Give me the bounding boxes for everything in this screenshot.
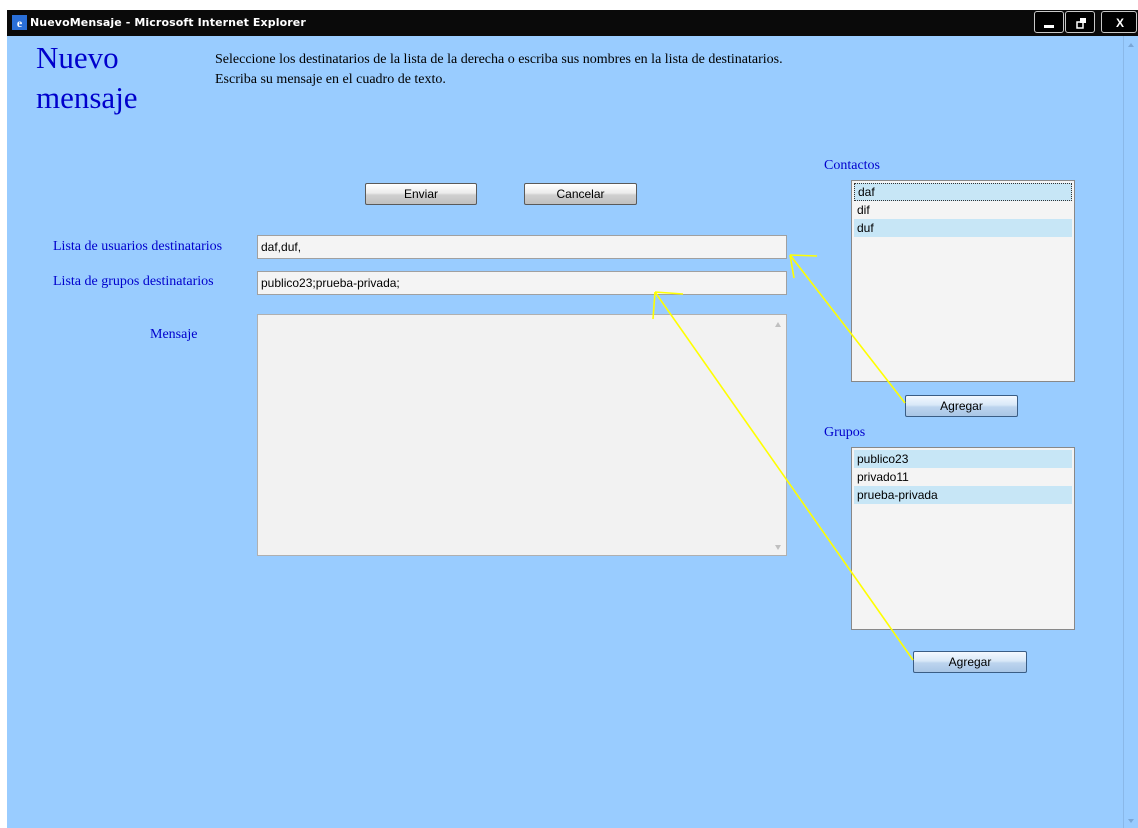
- groups-input[interactable]: publico23;prueba-privada;: [257, 271, 787, 295]
- scroll-down-icon[interactable]: [1127, 818, 1135, 824]
- add-group-button[interactable]: Agregar: [913, 651, 1027, 673]
- message-scrollbar[interactable]: [770, 315, 786, 555]
- restore-button[interactable]: [1065, 11, 1095, 33]
- svg-text:e: e: [17, 16, 23, 30]
- page-scrollbar[interactable]: [1123, 36, 1138, 828]
- page-title: Nuevo mensaje: [36, 40, 138, 115]
- users-input[interactable]: daf,duf,: [257, 235, 787, 259]
- cancel-button[interactable]: Cancelar: [524, 183, 637, 205]
- contact-item-duf[interactable]: duf: [854, 219, 1072, 237]
- contact-item-daf[interactable]: daf: [854, 183, 1072, 201]
- group-item-prueba-privada[interactable]: prueba-privada: [854, 486, 1072, 504]
- add-contact-button[interactable]: Agregar: [905, 395, 1018, 417]
- close-button[interactable]: X: [1101, 11, 1137, 33]
- group-item-privado11[interactable]: privado11: [854, 468, 1072, 486]
- users-label: Lista de usuarios destinatarios: [53, 239, 223, 254]
- groups-title: Grupos: [824, 425, 866, 440]
- contacts-title: Contactos: [824, 158, 880, 173]
- ie-logo-icon: e: [12, 15, 27, 30]
- minimize-button[interactable]: [1034, 11, 1064, 33]
- window-title: NuevoMensaje - Microsoft Internet Explor…: [30, 16, 306, 29]
- send-button[interactable]: Enviar: [365, 183, 477, 205]
- groups-label: Lista de grupos destinatarios: [53, 274, 214, 289]
- instructions-line-1: Seleccione los destinatarios de la lista…: [215, 52, 783, 67]
- scroll-down-icon: [775, 545, 781, 550]
- window-titlebar[interactable]: e NuevoMensaje - Microsoft Internet Expl…: [7, 10, 1138, 36]
- minimize-icon: [1044, 25, 1054, 28]
- contacts-list[interactable]: daf dif duf: [851, 180, 1075, 382]
- groups-list[interactable]: publico23 privado11 prueba-privada: [851, 447, 1075, 630]
- scroll-up-icon[interactable]: [1127, 42, 1135, 48]
- message-label: Mensaje: [150, 327, 198, 342]
- contact-item-dif[interactable]: dif: [854, 201, 1072, 219]
- restore-icon: [1076, 18, 1086, 29]
- message-textarea[interactable]: [257, 314, 787, 556]
- group-item-publico23[interactable]: publico23: [854, 450, 1072, 468]
- close-icon: X: [1116, 16, 1124, 30]
- scroll-up-icon: [775, 322, 781, 327]
- svg-text:X: X: [1116, 16, 1124, 30]
- instructions-line-2: Escriba su mensaje en el cuadro de texto…: [215, 72, 446, 87]
- instructions: Seleccione los destinatarios de la lista…: [215, 50, 783, 90]
